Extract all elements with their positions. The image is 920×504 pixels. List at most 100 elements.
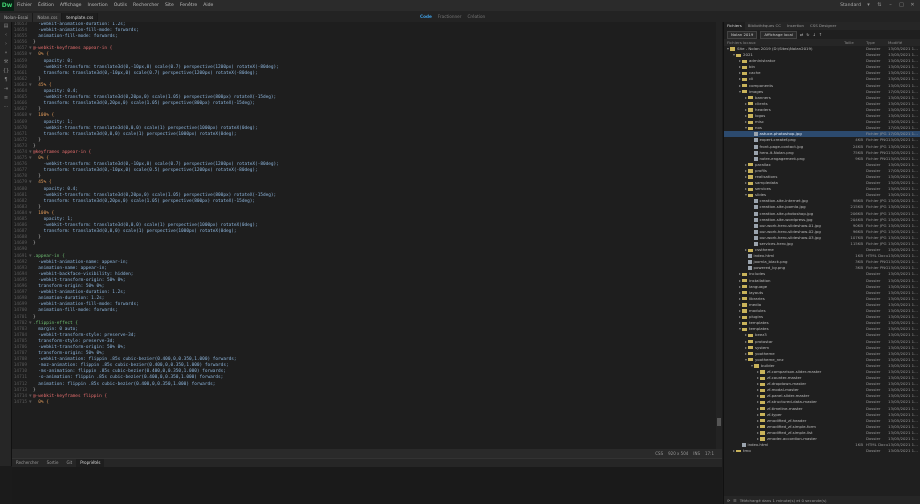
connect-icon[interactable]: ⇄: [800, 32, 803, 37]
folder-icon: [748, 248, 753, 252]
folder-icon: [742, 272, 747, 277]
more-icon[interactable]: ⋯: [0, 103, 12, 112]
code-text: transform: translate3d(0,0,0) scale(1) p…: [33, 229, 237, 235]
site-dropdown[interactable]: Nolan 2019: [727, 30, 758, 39]
folder-icon: [748, 352, 753, 356]
menu-fenetre[interactable]: Fenêtre: [177, 3, 200, 8]
folder-icon: [748, 175, 753, 179]
code-text: transform: translate3d(0,20px,0) scale(1…: [33, 101, 256, 107]
refresh-icon[interactable]: ↻: [806, 32, 809, 37]
tree-item-label: tmp: [743, 448, 751, 452]
close-icon[interactable]: ✕: [909, 2, 916, 9]
tab-nolan-essai[interactable]: Nolan-Essai: [0, 13, 34, 22]
file-icon: [754, 150, 758, 155]
tab-rechercher[interactable]: Rechercher: [12, 459, 43, 467]
tab-fichiers[interactable]: Fichiers: [724, 22, 745, 30]
header-type[interactable]: Type: [866, 40, 888, 45]
status-window-size[interactable]: 920 x 504: [668, 451, 688, 456]
format-icon[interactable]: ≡: [0, 94, 12, 103]
status-bar: CSS 920 x 504 INS 17:1: [12, 449, 722, 458]
folder-icon: [748, 163, 753, 167]
menu-fichier[interactable]: Fichier: [14, 3, 35, 8]
code-text: transform: translate3d(0,20px,0) scale(1…: [33, 198, 256, 204]
view-switcher: Code Fractionner Création: [420, 11, 485, 22]
menu-outils[interactable]: Outils: [111, 3, 130, 8]
file-icon: [754, 217, 758, 222]
line-number: 14715: [13, 399, 27, 405]
tab-git[interactable]: Git: [62, 459, 76, 467]
file-icon: [754, 156, 758, 161]
code-text: transform: translate3d(0,0,0) scale(1) p…: [33, 131, 237, 137]
folder-icon: [760, 388, 765, 392]
download-icon[interactable]: ↓: [812, 32, 815, 37]
tab-css-designer[interactable]: CSS Designer: [807, 22, 839, 30]
document-tab-bar: Nolan-Essai Nolan.css template.css Code …: [0, 11, 920, 22]
view-split-button[interactable]: Fractionner: [438, 14, 462, 19]
menu-site[interactable]: Site: [162, 3, 177, 8]
workspace-switcher[interactable]: Standard: [840, 3, 861, 8]
folder-icon: [742, 309, 747, 313]
upload-icon[interactable]: ↑: [819, 32, 822, 37]
scrollbar-thumb[interactable]: [717, 418, 721, 426]
folder-icon: [742, 84, 747, 88]
file-icon: [754, 211, 758, 216]
file-type: Dossier: [866, 448, 881, 452]
folder-icon: [748, 96, 753, 100]
tab-sortie[interactable]: Sortie: [43, 459, 63, 467]
folder-icon: [760, 394, 765, 398]
folder-icon: [742, 90, 747, 94]
folder-icon: [742, 327, 747, 331]
folder-icon: [748, 358, 753, 362]
editor-scrollbar[interactable]: [716, 22, 722, 449]
folder-row[interactable]: ▸ tmp Dossier 13/05/2021 1...: [724, 448, 920, 452]
folder-icon: [736, 53, 741, 57]
braces-icon[interactable]: {}: [0, 67, 12, 76]
menu-aide[interactable]: Aide: [200, 3, 216, 8]
tab-insertion[interactable]: Insertion: [784, 22, 807, 30]
folder-icon: [742, 297, 747, 301]
sync-icon[interactable]: ⇅: [876, 2, 883, 9]
window-controls: Standard ▾ ⇅ – □ ✕: [840, 2, 920, 9]
file-icon: [754, 138, 758, 143]
file-icon: [754, 144, 758, 149]
tab-template-css[interactable]: template.css: [62, 13, 99, 22]
view-dropdown[interactable]: Affichage local: [760, 30, 797, 39]
branch-icon[interactable]: ⑂: [0, 49, 12, 58]
status-language[interactable]: CSS: [655, 451, 663, 456]
footer-status: Téléchargé dans 1 minute(s) et 0 seconde…: [739, 497, 827, 503]
menu-insertion[interactable]: Insertion: [85, 3, 111, 8]
status-cursor-position: 17:1: [705, 451, 714, 456]
comment-icon[interactable]: ¶: [0, 76, 12, 85]
folder-icon: [748, 114, 753, 118]
header-local-files[interactable]: Fichiers locaux: [727, 40, 844, 45]
code-editor[interactable]: 14653 -webkit-animation-duration: 1.2s; 1…: [12, 22, 716, 449]
tab-bibliotheques-cc[interactable]: Bibliothèques CC: [745, 22, 784, 30]
view-design-button[interactable]: Création: [467, 14, 485, 19]
log-icon[interactable]: ☰: [733, 498, 737, 503]
arrow-left-icon[interactable]: ‹: [0, 31, 12, 40]
menu-edition[interactable]: Édition: [35, 3, 57, 8]
arrow-right-icon[interactable]: ›: [0, 40, 12, 49]
folder-icon: [742, 303, 747, 307]
sync-icon[interactable]: ⟳: [727, 498, 730, 503]
code-line[interactable]: 14715 ▼ 0% {: [12, 400, 716, 406]
minimize-icon[interactable]: –: [887, 2, 894, 9]
tab-proprietes[interactable]: Propriétés: [76, 459, 105, 467]
bottom-panel: Rechercher Sortie Git Propriétés: [12, 458, 722, 504]
header-size[interactable]: Taille: [844, 40, 866, 45]
wrench-icon[interactable]: ⚒: [0, 58, 12, 67]
indent-icon[interactable]: ⇥: [0, 85, 12, 94]
code-toolbar: ▤ ‹ › ⑂ ⚒ {} ¶ ⇥ ≡ ⋯: [0, 22, 12, 466]
folder-icon: [760, 425, 765, 429]
view-code-button[interactable]: Code: [420, 14, 432, 19]
menu-rechercher[interactable]: Rechercher: [130, 3, 162, 8]
folder-icon: [748, 108, 753, 112]
menu-affichage[interactable]: Affichage: [57, 3, 85, 8]
chevron-down-icon[interactable]: ▾: [865, 2, 872, 9]
header-modified[interactable]: Modifié: [888, 40, 902, 45]
maximize-icon[interactable]: □: [898, 2, 905, 9]
file-icon[interactable]: ▤: [0, 22, 12, 31]
tab-nolan-css[interactable]: Nolan.css: [33, 13, 63, 22]
folder-icon: [742, 285, 747, 289]
file-modified: 13/05/2021 1...: [888, 448, 918, 452]
